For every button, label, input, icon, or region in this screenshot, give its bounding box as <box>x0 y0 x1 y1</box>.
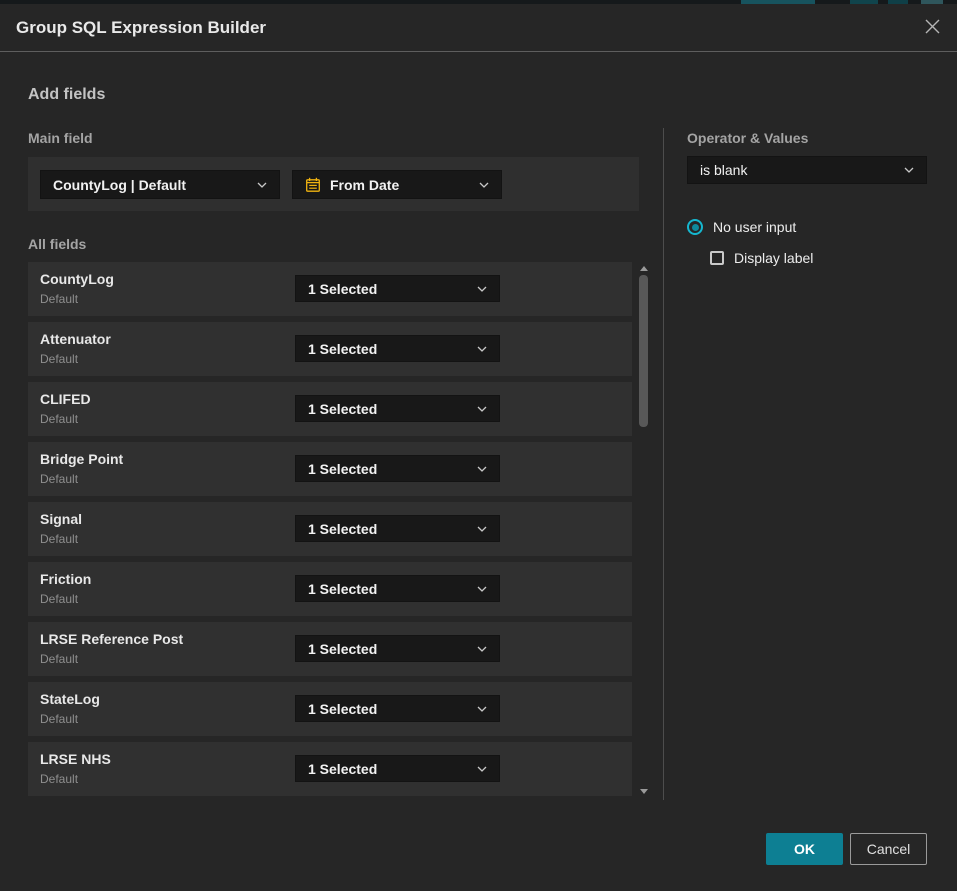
scroll-up-arrow-icon[interactable] <box>640 266 648 271</box>
checkbox-unchecked-icon <box>710 251 724 265</box>
panel-divider <box>663 128 664 800</box>
field-subtitle: Default <box>40 712 78 726</box>
chevron-down-icon <box>904 167 914 173</box>
field-subtitle: Default <box>40 472 78 486</box>
field-name: CountyLog <box>40 271 114 287</box>
field-name: LRSE NHS <box>40 751 111 767</box>
operator-values-heading: Operator & Values <box>687 130 808 146</box>
chevron-down-icon <box>477 466 487 472</box>
chevron-down-icon <box>477 526 487 532</box>
field-subtitle: Default <box>40 352 78 366</box>
field-name: Attenuator <box>40 331 111 347</box>
field-row: LRSE NHS Default 1 Selected <box>28 742 632 796</box>
field-name: Bridge Point <box>40 451 123 467</box>
chevron-down-icon <box>477 706 487 712</box>
cancel-button[interactable]: Cancel <box>850 833 927 865</box>
field-subtitle: Default <box>40 772 78 786</box>
all-fields-list: CountyLog Default 1 Selected Attenuator … <box>28 262 632 798</box>
chevron-down-icon <box>477 646 487 652</box>
fields-list-scrollbar[interactable] <box>637 262 651 798</box>
field-subtitle: Default <box>40 652 78 666</box>
chevron-down-icon <box>477 406 487 412</box>
all-fields-label: All fields <box>28 236 86 252</box>
field-subtitle: Default <box>40 592 78 606</box>
field-selection-value: 1 Selected <box>308 581 469 597</box>
scroll-down-arrow-icon[interactable] <box>640 789 648 794</box>
chevron-down-icon <box>257 182 267 188</box>
field-row: Attenuator Default 1 Selected <box>28 322 632 376</box>
field-selection-dropdown[interactable]: 1 Selected <box>295 755 500 782</box>
field-row: LRSE Reference Post Default 1 Selected <box>28 622 632 676</box>
calendar-icon <box>305 177 321 193</box>
close-icon <box>924 18 941 40</box>
no-user-input-label: No user input <box>713 219 796 235</box>
field-subtitle: Default <box>40 412 78 426</box>
display-label-checkbox[interactable]: Display label <box>710 250 813 266</box>
add-fields-heading: Add fields <box>28 86 105 104</box>
field-selection-value: 1 Selected <box>308 641 469 657</box>
main-field-container: CountyLog | Default From Date <box>28 157 639 211</box>
operator-dropdown[interactable]: is blank <box>687 156 927 184</box>
layer-source-value: CountyLog | Default <box>53 177 249 193</box>
field-selection-dropdown[interactable]: 1 Selected <box>295 695 500 722</box>
layer-source-dropdown[interactable]: CountyLog | Default <box>40 170 280 199</box>
field-name: LRSE Reference Post <box>40 631 183 647</box>
chevron-down-icon <box>477 346 487 352</box>
field-subtitle: Default <box>40 532 78 546</box>
field-selection-dropdown[interactable]: 1 Selected <box>295 575 500 602</box>
display-label-label: Display label <box>734 250 813 266</box>
dialog-header: Group SQL Expression Builder <box>0 4 957 52</box>
dialog-title: Group SQL Expression Builder <box>16 4 266 52</box>
group-sql-expression-builder-dialog: Group SQL Expression Builder Add fields … <box>0 0 957 891</box>
field-selection-dropdown[interactable]: 1 Selected <box>295 395 500 422</box>
field-selection-value: 1 Selected <box>308 761 469 777</box>
field-name: Signal <box>40 511 82 527</box>
scrollbar-thumb[interactable] <box>639 275 648 427</box>
field-subtitle: Default <box>40 292 78 306</box>
field-selection-value: 1 Selected <box>308 461 469 477</box>
field-selection-value: 1 Selected <box>308 341 469 357</box>
field-name: Friction <box>40 571 91 587</box>
main-field-label: Main field <box>28 130 93 146</box>
field-selection-dropdown[interactable]: 1 Selected <box>295 515 500 542</box>
main-field-value: From Date <box>330 177 471 193</box>
field-selection-value: 1 Selected <box>308 401 469 417</box>
chevron-down-icon <box>477 286 487 292</box>
field-name: StateLog <box>40 691 100 707</box>
field-row: Bridge Point Default 1 Selected <box>28 442 632 496</box>
field-selection-dropdown[interactable]: 1 Selected <box>295 335 500 362</box>
field-row: Friction Default 1 Selected <box>28 562 632 616</box>
field-selection-dropdown[interactable]: 1 Selected <box>295 635 500 662</box>
field-row: CountyLog Default 1 Selected <box>28 262 632 316</box>
chevron-down-icon <box>477 766 487 772</box>
field-selection-value: 1 Selected <box>308 701 469 717</box>
main-field-dropdown[interactable]: From Date <box>292 170 502 199</box>
field-selection-dropdown[interactable]: 1 Selected <box>295 455 500 482</box>
ok-button[interactable]: OK <box>766 833 843 865</box>
no-user-input-radio[interactable]: No user input <box>687 219 796 235</box>
field-row: CLIFED Default 1 Selected <box>28 382 632 436</box>
chevron-down-icon <box>479 182 489 188</box>
field-name: CLIFED <box>40 391 91 407</box>
field-selection-value: 1 Selected <box>308 281 469 297</box>
field-row: Signal Default 1 Selected <box>28 502 632 556</box>
field-row: StateLog Default 1 Selected <box>28 682 632 736</box>
operator-value: is blank <box>700 162 896 178</box>
chevron-down-icon <box>477 586 487 592</box>
close-button[interactable] <box>921 18 943 40</box>
field-selection-dropdown[interactable]: 1 Selected <box>295 275 500 302</box>
radio-selected-icon <box>687 219 703 235</box>
field-selection-value: 1 Selected <box>308 521 469 537</box>
